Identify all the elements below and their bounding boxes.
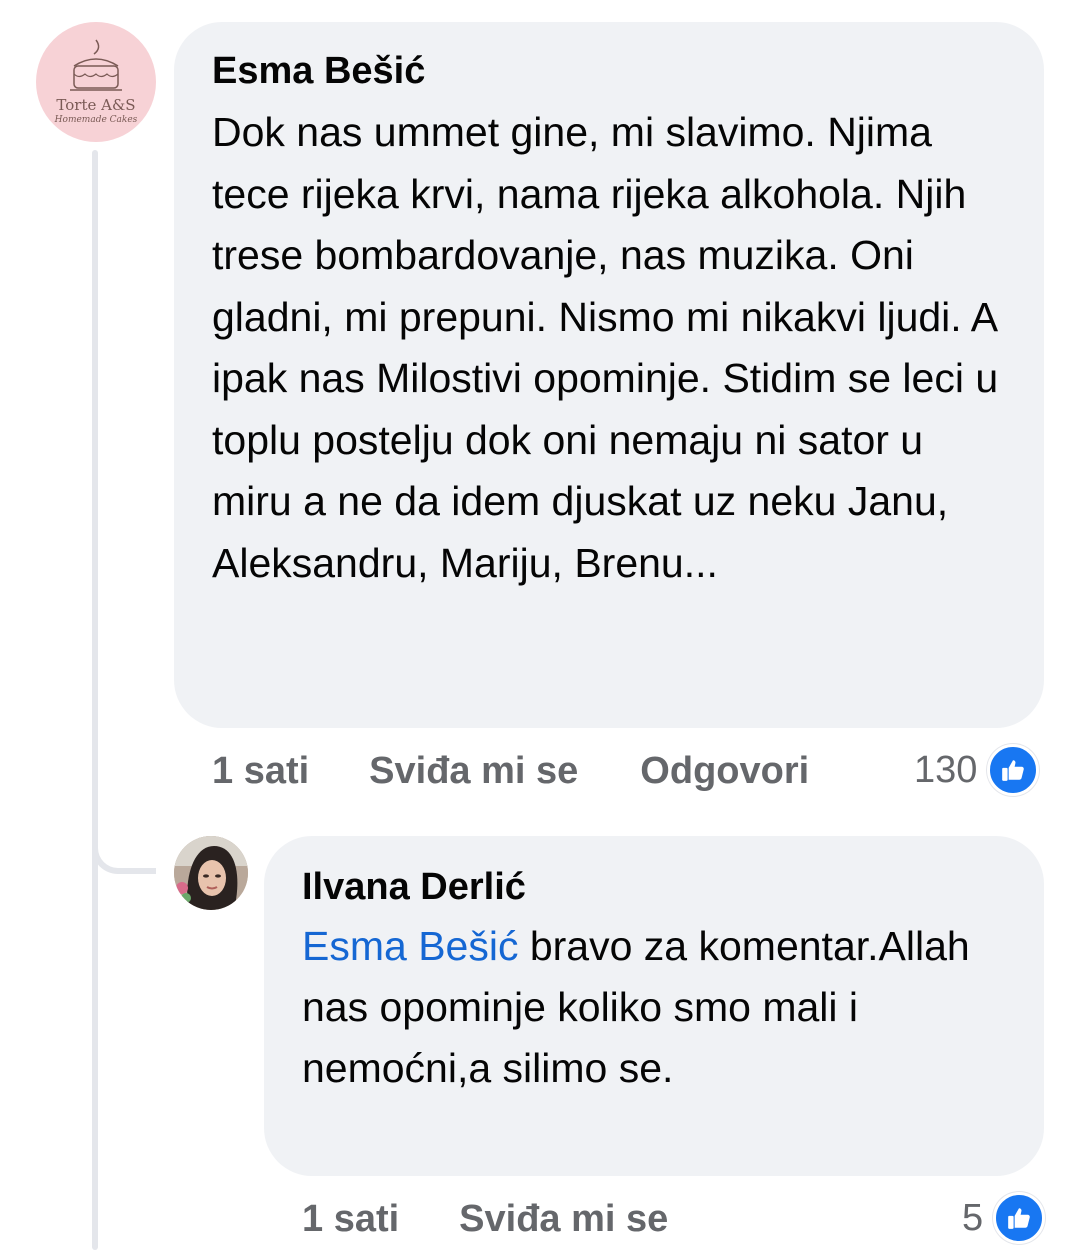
comment-text: Dok nas ummet gine, mi slavimo. Njima te…	[212, 109, 999, 586]
comment-author[interactable]: Esma Bešić	[212, 48, 1006, 94]
reply-actions: 1 sati Sviđa mi se	[302, 1198, 668, 1241]
reaction-count: 130	[914, 748, 978, 791]
cake-logo-icon	[70, 39, 122, 91]
avatar[interactable]: Torte A&S Homemade Cakes	[36, 22, 156, 142]
reply-avatar[interactable]	[174, 836, 248, 910]
reply-bubble: Ilvana Derlić Esma Bešić bravo za koment…	[264, 836, 1044, 1176]
like-thumb-icon	[987, 744, 1040, 796]
reply-author[interactable]: Ilvana Derlić	[302, 864, 1006, 910]
like-thumb-icon	[993, 1192, 1046, 1244]
reply-text: Esma Bešić bravo za komentar.Allah nas o…	[302, 916, 1006, 1099]
avatar-brand-text: Torte A&S	[56, 96, 136, 114]
reaction-summary[interactable]: 130	[914, 744, 1040, 796]
reply-like-button[interactable]: Sviđa mi se	[459, 1198, 668, 1241]
comment-bubble: Esma Bešić Dok nas ummet gine, mi slavim…	[174, 22, 1044, 728]
reply-time[interactable]: 1 sati	[302, 1198, 399, 1241]
reply-reaction-summary[interactable]: 5	[962, 1192, 1046, 1244]
thread-branch-connector	[92, 790, 156, 874]
reply-button[interactable]: Odgovori	[640, 750, 809, 793]
reply-reaction-count: 5	[962, 1196, 984, 1239]
profile-photo-icon	[174, 836, 248, 910]
avatar-subtitle-text: Homemade Cakes	[54, 115, 138, 125]
thread-line	[92, 150, 98, 1250]
mention-link[interactable]: Esma Bešić	[302, 923, 518, 969]
comment-actions: 1 sati Sviđa mi se Odgovori	[212, 750, 809, 793]
like-button[interactable]: Sviđa mi se	[369, 750, 578, 793]
comment-time[interactable]: 1 sati	[212, 750, 309, 793]
